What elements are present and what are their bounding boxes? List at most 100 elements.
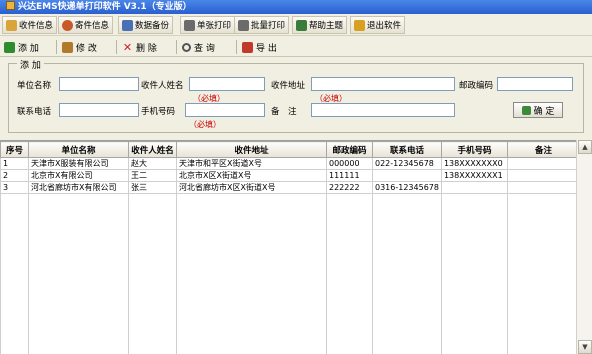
- add-icon: [4, 41, 15, 53]
- search-label: 查 询: [194, 43, 215, 54]
- table-cell: 022-12345678: [372, 157, 442, 170]
- export-button[interactable]: 导 出: [242, 39, 277, 55]
- help-topics-label: 帮助主题: [309, 21, 344, 31]
- table-cell: 2: [0, 169, 29, 182]
- printer-stack-icon: [238, 19, 249, 31]
- column-header[interactable]: 备注: [506, 141, 580, 158]
- postcode-input[interactable]: [497, 77, 573, 91]
- table-cell: 河北省廊坊市X区X街道X号: [176, 181, 327, 194]
- scroll-down-arrow[interactable]: ▼: [578, 340, 592, 354]
- confirm-icon: [521, 105, 531, 115]
- recipient-info-button[interactable]: 收件信息: [2, 16, 58, 34]
- data-backup-label: 数据备份: [135, 21, 170, 31]
- table-cell: 天津市X服装有限公司: [28, 157, 129, 170]
- action-toolbar: 添 加 修 改 ✕ 删 除 查 询 导 出: [0, 37, 592, 57]
- remark-input[interactable]: [311, 103, 455, 117]
- empty-row-area: [0, 193, 580, 354]
- batch-print-label: 批量打印: [251, 21, 286, 31]
- sender-info-label: 寄件信息: [75, 21, 110, 31]
- header-row: 序号 单位名称 收件人姓名 收件地址 邮政编码 联系电话 手机号码 备注: [0, 141, 580, 158]
- column-header[interactable]: 序号: [0, 141, 29, 158]
- exit-software-button[interactable]: 退出软件: [350, 16, 406, 34]
- column-header[interactable]: 联系电话: [372, 141, 442, 158]
- table-cell: 3: [0, 181, 29, 194]
- add-label: 添 加: [18, 43, 39, 54]
- form-legend: 添 加: [17, 58, 44, 71]
- recipient-info-label: 收件信息: [19, 21, 54, 31]
- search-button[interactable]: 查 询: [182, 39, 215, 55]
- empty-cell: [0, 193, 29, 354]
- scroll-up-arrow[interactable]: ▲: [578, 140, 592, 154]
- remark-label: 备 注: [271, 107, 297, 117]
- address-input[interactable]: [311, 77, 455, 91]
- table-cell: 北京市X区X街道X号: [176, 169, 327, 182]
- toolbar-divider: [176, 40, 177, 54]
- table-row[interactable]: 2 北京市X有限公司 王二 北京市X区X街道X号 111111 138XXXXX…: [0, 169, 580, 182]
- table-cell: [440, 181, 508, 194]
- unit-name-input[interactable]: [59, 77, 139, 91]
- recipient-name-label: 收件人姓名: [141, 81, 184, 91]
- vertical-scrollbar[interactable]: ▲ ▼: [576, 140, 592, 354]
- column-header[interactable]: 收件地址: [176, 141, 327, 158]
- table-cell: 北京市X有限公司: [28, 169, 129, 182]
- column-header[interactable]: 收件人姓名: [128, 141, 177, 158]
- help-topics-button[interactable]: 帮助主题: [292, 16, 348, 34]
- postcode-label: 邮政编码: [459, 81, 494, 91]
- table-cell: 111111: [326, 169, 373, 182]
- sender-info-button[interactable]: 寄件信息: [58, 16, 114, 34]
- export-label: 导 出: [256, 43, 277, 54]
- printer-icon: [184, 19, 195, 31]
- phone-input[interactable]: [59, 103, 139, 117]
- table-cell: 张三: [128, 181, 177, 194]
- empty-cell: [440, 193, 508, 354]
- edit-label: 修 改: [76, 43, 97, 54]
- column-header[interactable]: 邮政编码: [326, 141, 373, 158]
- mobile-required: （必填）: [189, 120, 221, 129]
- toolbar-divider: [56, 40, 57, 54]
- mobile-label: 手机号码: [141, 107, 176, 117]
- column-header[interactable]: 单位名称: [28, 141, 129, 158]
- export-icon: [242, 41, 253, 53]
- mobile-input[interactable]: [185, 103, 265, 117]
- table-row[interactable]: 1 天津市X服装有限公司 赵大 天津市和平区X街道X号 000000 022-1…: [0, 157, 580, 170]
- folder-user-icon: [6, 19, 17, 31]
- search-icon: [182, 42, 191, 52]
- batch-print-button[interactable]: 批量打印: [234, 16, 290, 34]
- table-cell: 河北省廊坊市X有限公司: [28, 181, 129, 194]
- title-bar: 兴达EMS快递单打印软件 V3.1（专业版）: [0, 0, 592, 14]
- add-button[interactable]: 添 加: [4, 39, 39, 55]
- table-cell: [506, 169, 580, 182]
- empty-cell: [372, 193, 442, 354]
- toolbar-divider: [236, 40, 237, 54]
- table-cell: [372, 169, 442, 182]
- table-cell: 天津市和平区X街道X号: [176, 157, 327, 170]
- table-cell: 138XXXXXXX1: [440, 169, 508, 182]
- delete-button[interactable]: ✕ 删 除: [122, 39, 157, 55]
- recipient-name-input[interactable]: [189, 77, 265, 91]
- data-backup-button[interactable]: 数据备份: [118, 16, 174, 34]
- delete-icon: ✕: [122, 40, 133, 54]
- single-print-button[interactable]: 单张打印: [180, 16, 236, 34]
- table-cell: [506, 181, 580, 194]
- app-icon: [6, 1, 15, 10]
- person-icon: [62, 19, 73, 31]
- exit-icon: [354, 19, 365, 31]
- book-icon: [296, 19, 307, 31]
- column-header[interactable]: 手机号码: [440, 141, 508, 158]
- window-title: 兴达EMS快递单打印软件 V3.1（专业版）: [18, 2, 192, 12]
- records-table: 序号 单位名称 收件人姓名 收件地址 邮政编码 联系电话 手机号码 备注 1 天…: [0, 141, 580, 354]
- empty-cell: [176, 193, 327, 354]
- table-cell: 000000: [326, 157, 373, 170]
- table-row[interactable]: 3 河北省廊坊市X有限公司 张三 河北省廊坊市X区X街道X号 222222 03…: [0, 181, 580, 194]
- table-cell: 王二: [128, 169, 177, 182]
- address-label: 收件地址: [271, 81, 306, 91]
- records-grid[interactable]: 序号 单位名称 收件人姓名 收件地址 邮政编码 联系电话 手机号码 备注 1 天…: [0, 140, 592, 354]
- edit-button[interactable]: 修 改: [62, 39, 97, 55]
- add-form-group: 添 加 单位名称 收件人姓名 （必填） 收件地址 （必填） 邮政编码 联系电话 …: [8, 58, 584, 133]
- empty-cell: [326, 193, 373, 354]
- confirm-button[interactable]: 确 定: [513, 102, 563, 118]
- table-cell: 138XXXXXXX0: [440, 157, 508, 170]
- confirm-label: 确 定: [533, 106, 555, 117]
- edit-icon: [62, 41, 73, 53]
- empty-cell: [506, 193, 580, 354]
